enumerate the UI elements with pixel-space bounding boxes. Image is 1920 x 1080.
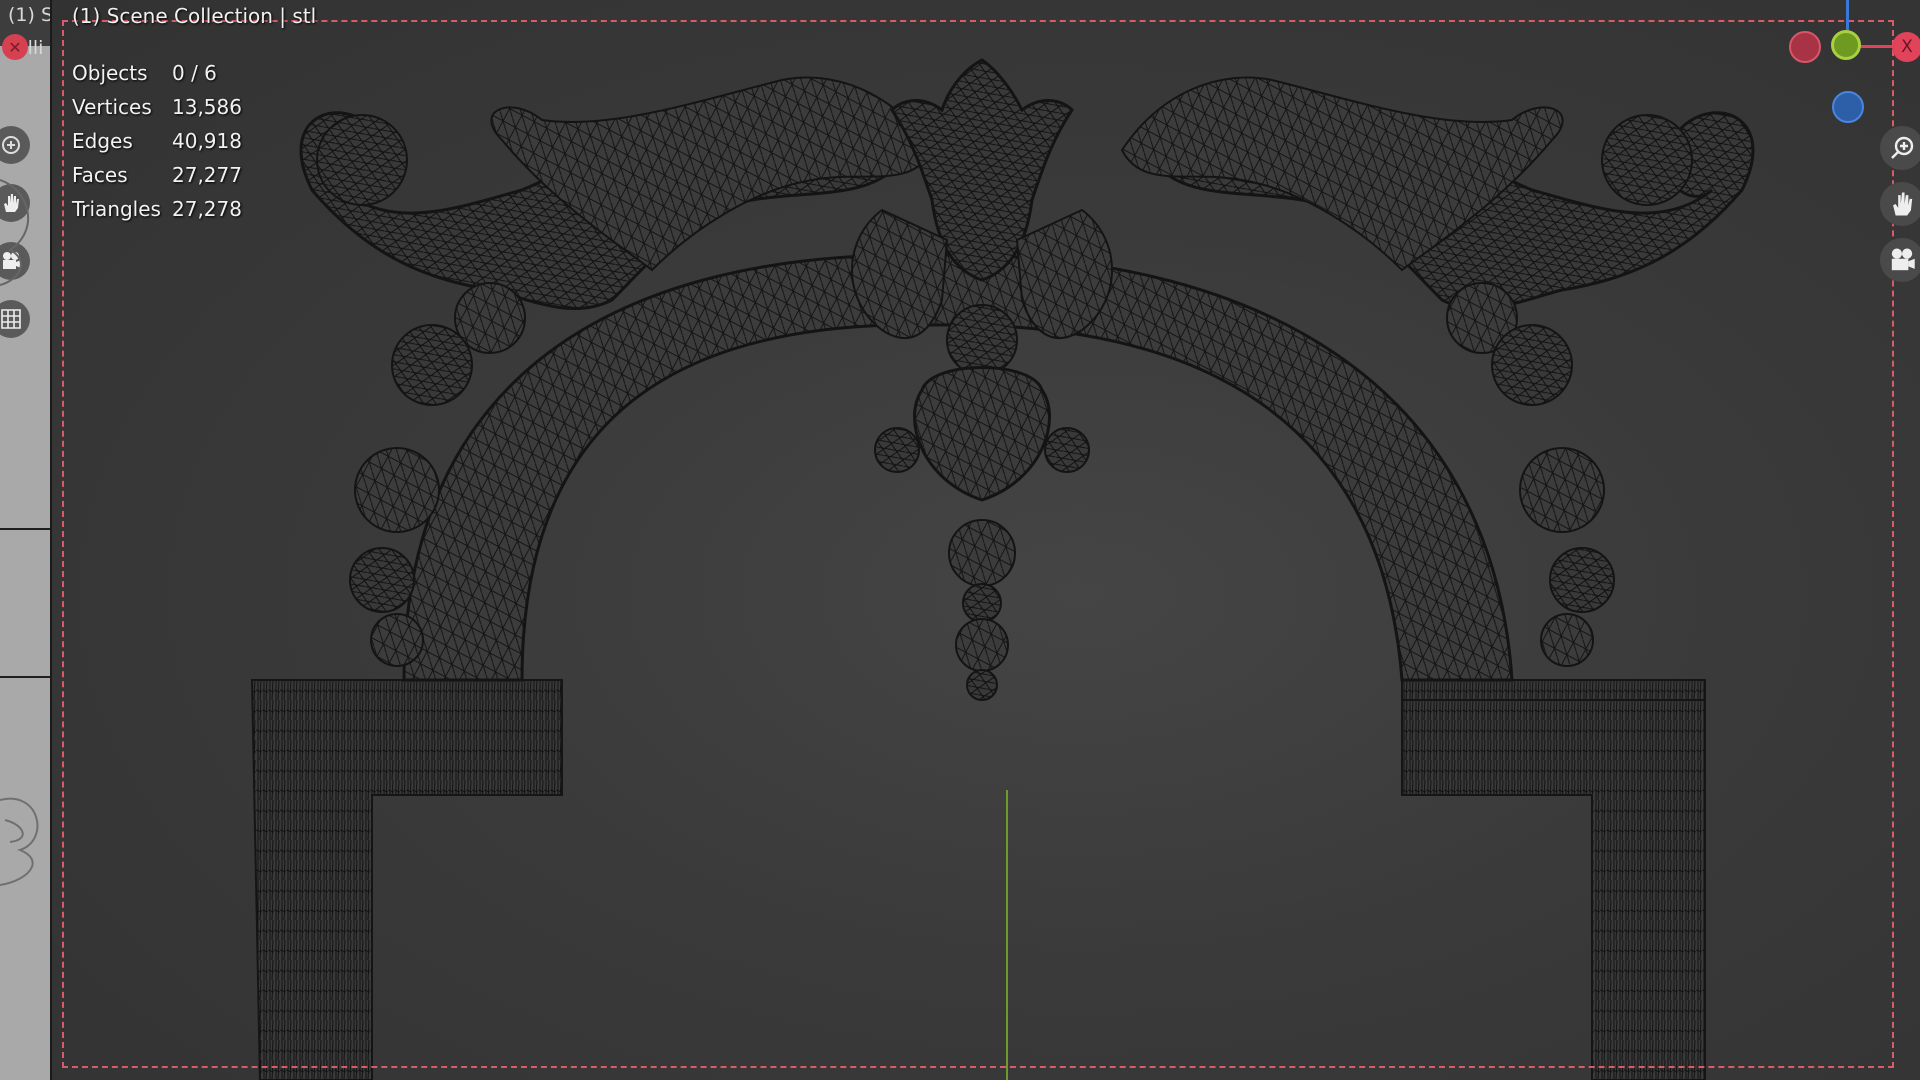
stat-label: Edges [72, 129, 133, 153]
stat-value: 0 / 6 [172, 61, 217, 85]
left-viewport-panel[interactable]: (1) S Illi ✕ [0, 0, 50, 1080]
hand-icon [1893, 192, 1913, 216]
close-icon[interactable]: ✕ [2, 34, 28, 60]
left-pillar [250, 679, 563, 1080]
stat-value: 13,586 [172, 95, 242, 119]
stat-label: Objects [72, 61, 148, 85]
zoom-button[interactable] [1880, 126, 1920, 170]
3d-viewport[interactable]: (1) Scene Collection | stl Objects 0 / 6… [50, 0, 1920, 1080]
stat-label: Faces [72, 163, 128, 187]
stat-label: Triangles [72, 197, 161, 221]
stat-row-edges: Edges 40,918 [72, 124, 242, 158]
stat-value: 27,278 [172, 197, 242, 221]
crown-pendant-body [913, 366, 1051, 502]
pendant-bead-4 [966, 669, 998, 701]
left-ornament-preview-2 [0, 797, 39, 886]
stat-row-objects: Objects 0 / 6 [72, 56, 242, 90]
stat-value: 40,918 [172, 129, 242, 153]
y-axis-ball[interactable] [1831, 30, 1861, 60]
pan-button[interactable] [1880, 182, 1920, 226]
pendant-bead-3 [955, 618, 1009, 672]
left-divider-top [0, 528, 50, 530]
right-pillar [1401, 679, 1706, 1080]
zoom-in-icon [1891, 136, 1914, 159]
z-axis-line [1846, 0, 1849, 30]
x-axis-ball[interactable]: X [1892, 32, 1920, 62]
neg-z-axis-ball[interactable] [1832, 91, 1864, 123]
stat-row-triangles: Triangles 27,278 [72, 192, 242, 226]
camera-icon [1891, 248, 1915, 271]
pendant-bead-1 [948, 519, 1016, 587]
viewport-title: (1) Scene Collection | stl [72, 4, 317, 28]
navigation-gizmo[interactable]: X [1742, 0, 1920, 130]
scene-statistics-overlay: Objects 0 / 6 Vertices 13,586 Edges 40,9… [72, 56, 242, 226]
stat-row-vertices: Vertices 13,586 [72, 90, 242, 124]
stat-label: Vertices [72, 95, 152, 119]
left-divider-bottom [0, 676, 50, 678]
pendant-bead-2 [962, 583, 1002, 623]
stat-value: 27,277 [172, 163, 242, 187]
neg-x-axis-ball[interactable] [1789, 31, 1821, 63]
camera-view-button[interactable] [1880, 238, 1920, 282]
left-ornament-preview [0, 179, 29, 286]
left-viewport-title: (1) S [8, 4, 50, 26]
wireframe-arch-mesh [250, 58, 1755, 1080]
stat-row-faces: Faces 27,277 [72, 158, 242, 192]
x-axis-label: X [1901, 37, 1913, 57]
